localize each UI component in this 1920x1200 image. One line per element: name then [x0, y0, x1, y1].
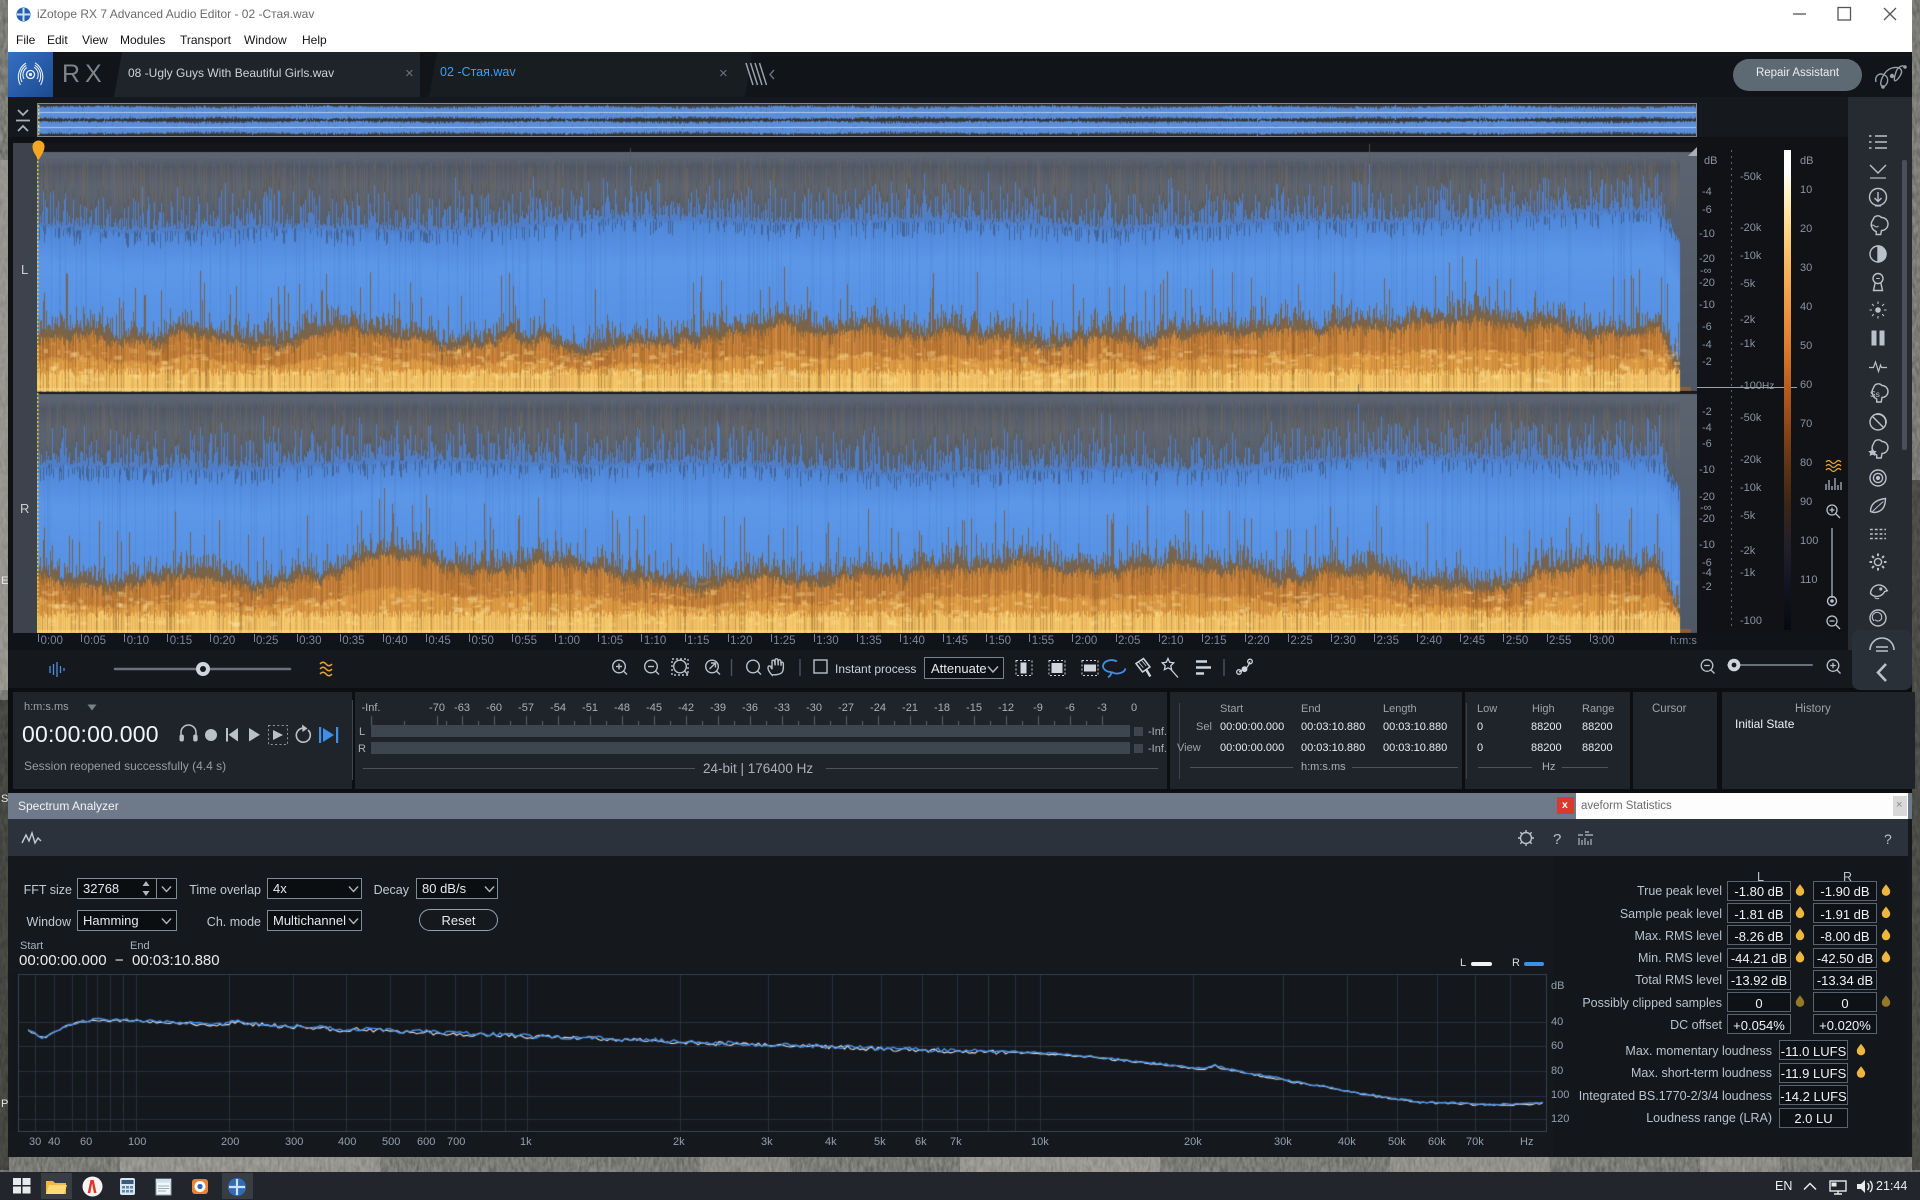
svg-text:Ss: Ss — [1870, 389, 1880, 399]
svg-text:?: ? — [1553, 831, 1561, 848]
